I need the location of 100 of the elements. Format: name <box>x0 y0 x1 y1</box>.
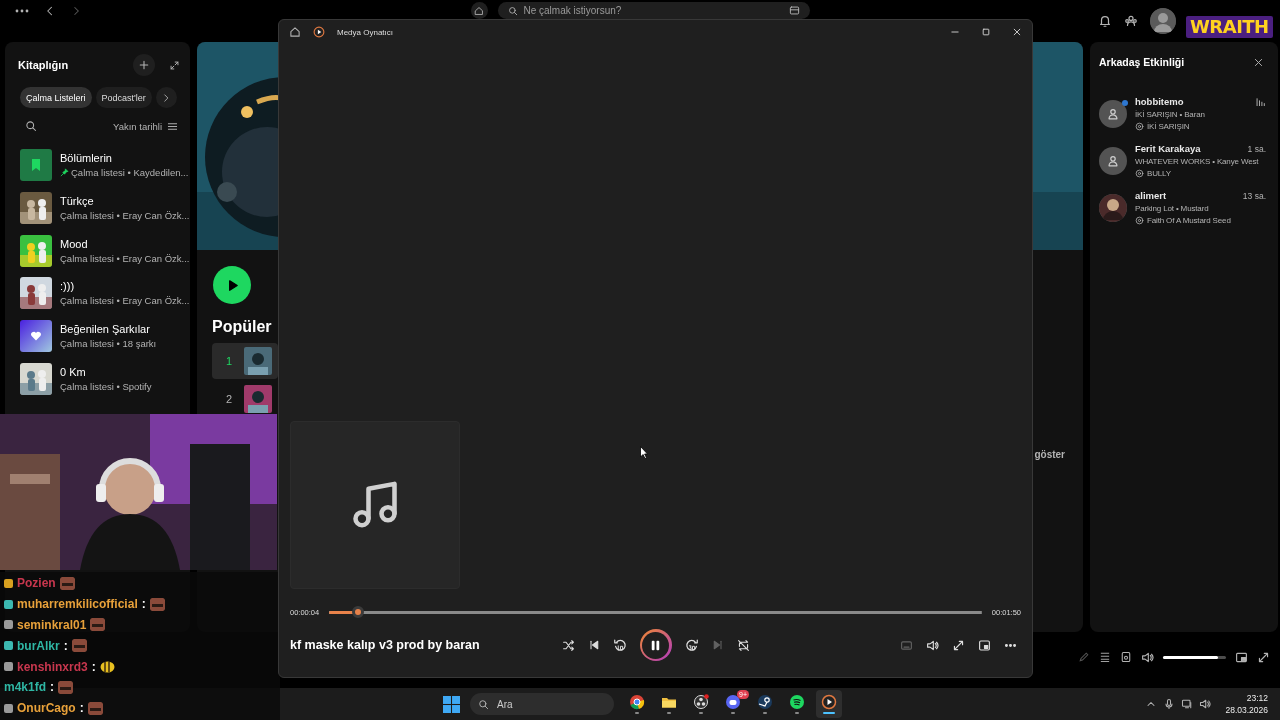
microphone-icon[interactable] <box>1163 698 1176 710</box>
playlist-name[interactable]: Faith Of A Mustard Seed <box>1147 216 1231 225</box>
disc-icon <box>1135 169 1144 178</box>
discord-app-icon <box>725 694 741 710</box>
shuffle-icon[interactable] <box>561 638 575 652</box>
window-title: Medya Oynatıcı <box>337 27 395 37</box>
avatar[interactable] <box>1099 100 1127 128</box>
taskbar-search-field[interactable]: Ara <box>470 693 614 715</box>
emote-icon <box>149 597 165 611</box>
fullscreen-icon[interactable] <box>1257 650 1270 664</box>
playlist-name[interactable]: BULLY <box>1147 169 1171 178</box>
avatar[interactable] <box>1150 8 1176 34</box>
taskbar-app-button[interactable] <box>816 690 842 718</box>
playlist-title[interactable]: :))) <box>60 280 190 293</box>
playlist-subtitle: Çalma listesi • Spotify <box>60 380 152 392</box>
avatar[interactable] <box>1099 147 1127 175</box>
playlist-title[interactable]: Beğenilen Şarkılar <box>60 323 157 336</box>
track-artist[interactable]: İKİ SARIŞIN • Baran <box>1135 110 1266 119</box>
playlist-title[interactable]: Mood <box>60 237 190 250</box>
friends-icon[interactable] <box>1124 14 1138 28</box>
mini-player-icon[interactable] <box>1235 650 1248 664</box>
list-icon[interactable] <box>167 120 178 132</box>
fullscreen-icon[interactable] <box>952 638 965 652</box>
windows-start-icon[interactable] <box>442 695 460 713</box>
bell-icon[interactable] <box>1098 14 1112 28</box>
queue-icon[interactable] <box>1099 651 1111 663</box>
home-button[interactable] <box>470 2 488 19</box>
filter-chip[interactable]: Çalma Listeleri <box>20 87 92 108</box>
clock-date[interactable]: 28.03.2026 <box>1225 705 1268 715</box>
sort-label[interactable]: Yakın tarihli <box>37 120 167 132</box>
disc-icon <box>1135 122 1144 131</box>
filter-chip[interactable]: Podcast'ler <box>95 87 152 108</box>
playlist-title[interactable]: Türkçe <box>60 195 190 208</box>
user-icon <box>1106 107 1120 121</box>
chat-username: m4k1fd <box>4 680 47 695</box>
expand-icon[interactable] <box>169 59 180 71</box>
device-icon[interactable] <box>1120 651 1132 663</box>
chat-username: muharremkilicofficial <box>17 597 138 612</box>
search-field[interactable]: Ne çalmak istiyorsun? <box>497 2 810 19</box>
chat-username: burAlkr <box>17 638 60 653</box>
friend-name[interactable]: alimert <box>1135 190 1243 201</box>
chat-username: OnurCago <box>17 701 76 716</box>
chrome-app-icon <box>629 694 645 710</box>
track-title: kf maske kalıp v3 prod by baran <box>290 638 481 652</box>
create-button[interactable] <box>133 54 155 76</box>
close-icon[interactable] <box>1253 56 1264 68</box>
emote-icon <box>59 576 75 590</box>
volume-icon[interactable] <box>926 638 939 652</box>
seek-handle[interactable] <box>352 606 365 618</box>
home-icon[interactable] <box>289 26 301 38</box>
playlist-subtitle: Çalma listesi • Eray Can Özk... <box>60 295 190 307</box>
play-button[interactable] <box>213 266 251 304</box>
chat-separator: : <box>141 597 146 612</box>
volume-icon[interactable] <box>1141 650 1154 664</box>
mini-view-icon[interactable] <box>978 638 991 652</box>
library-title: Kitaplığın <box>18 59 70 71</box>
playlist-subtitle: Çalma listesi • Eray Can Özk... <box>60 252 190 264</box>
plus-icon <box>138 59 150 71</box>
emote-icon <box>90 618 106 632</box>
bee-emote-icon <box>99 660 115 674</box>
chat-username: kenshinxrd3 <box>17 659 88 674</box>
playlist-subtitle: Çalma listesi • Kaydedilen... <box>71 167 189 179</box>
chat-separator: : <box>91 659 96 674</box>
playlist-title[interactable]: 0 Km <box>60 365 152 378</box>
forward-30-icon[interactable] <box>684 638 699 652</box>
pin-icon <box>60 168 69 178</box>
emote-icon <box>58 680 74 694</box>
pause-button[interactable] <box>639 629 672 661</box>
clock-time[interactable]: 23:12 <box>1246 693 1268 703</box>
repeat-off-icon[interactable] <box>736 638 750 652</box>
network-icon[interactable] <box>1181 698 1194 710</box>
steam-app-icon <box>757 694 773 710</box>
panel-title: Arkadaş Etkinliği <box>1099 56 1186 68</box>
time-ago: 13 sa. <box>1242 190 1266 201</box>
track-artist[interactable]: Parking Lot • Mustard <box>1135 204 1266 213</box>
chat-username: seminkral01 <box>17 618 87 632</box>
playlist-subtitle: Çalma listesi • Eray Can Özk... <box>60 210 190 222</box>
show-all-link[interactable]: göster <box>1034 304 1065 460</box>
friend-name[interactable]: Ferit Karakaya <box>1135 143 1248 154</box>
time-ago: 1 sa. <box>1247 143 1266 154</box>
playlist-name[interactable]: İKİ SARIŞIN <box>1147 122 1190 131</box>
playlist-title[interactable]: Bölümlerin <box>60 152 189 165</box>
spotify-app-icon <box>789 694 805 710</box>
chat-separator: : <box>63 638 68 653</box>
maximize-icon[interactable] <box>980 27 991 37</box>
disc-icon <box>1135 216 1144 225</box>
search-icon[interactable] <box>25 120 37 132</box>
media-player-app-icon <box>313 26 325 38</box>
browse-icon[interactable] <box>788 5 800 16</box>
volume-icon[interactable] <box>1199 698 1212 710</box>
track-artist[interactable]: WHATEVER WORKS • Kanye West <box>1135 157 1266 166</box>
previous-icon[interactable] <box>587 639 600 651</box>
chat-separator: : <box>50 680 55 695</box>
user-icon <box>1106 154 1120 168</box>
avatar[interactable] <box>1099 194 1127 222</box>
rewind-10-icon[interactable] <box>612 638 627 652</box>
close-icon[interactable] <box>1011 27 1022 37</box>
track-row[interactable]: 1 <box>212 343 278 379</box>
friend-name[interactable]: hobbitemo <box>1135 96 1255 107</box>
chat-separator: : <box>79 701 84 716</box>
